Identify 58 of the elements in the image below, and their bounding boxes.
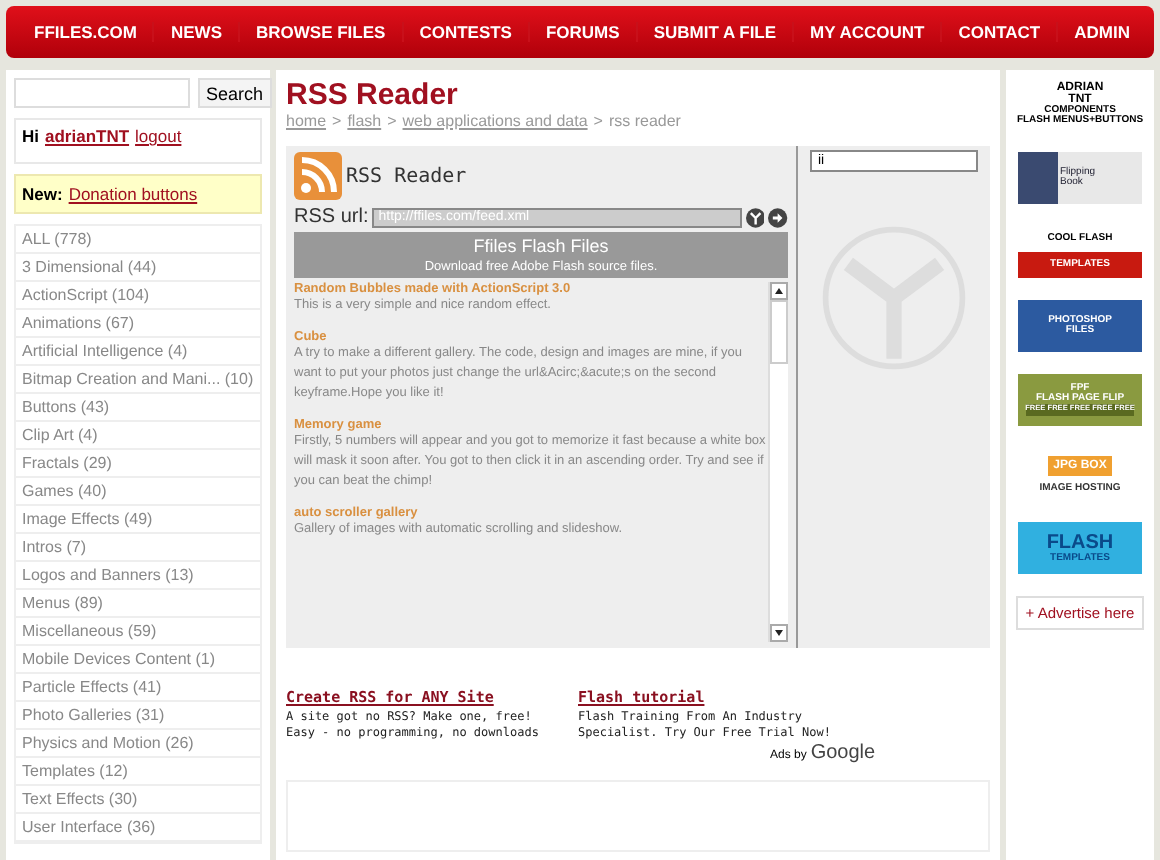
nav-link[interactable]: CONTACT [942, 22, 1059, 42]
reader-title: RSS Reader [346, 165, 467, 187]
page-title: RSS Reader [286, 78, 460, 112]
current-page-text: rss reader [608, 112, 681, 130]
breadcrumb-separator: > [387, 112, 397, 130]
breadcrumb-separator: > [332, 112, 342, 130]
logout-link[interactable]: logout [135, 126, 182, 146]
nav-link[interactable]: FFILES.COM [18, 22, 155, 42]
category-item[interactable]: Clip Art (4) [16, 422, 260, 450]
rss-icon [294, 152, 342, 200]
banner-text: FLASH [1046, 533, 1114, 553]
category-item[interactable]: Particle Effects (41) [16, 674, 260, 702]
category-item[interactable]: Mobile Devices Content (1) [16, 646, 260, 674]
greeting-text: Hi [22, 126, 39, 146]
nav-link[interactable]: SUBMIT A FILE [637, 22, 795, 42]
nav-link[interactable]: NEWS [154, 22, 240, 42]
breadcrumb-link[interactable]: home [286, 112, 327, 130]
category-item[interactable]: ActionScript (104) [16, 282, 260, 310]
scroll-down-icon[interactable] [770, 624, 788, 642]
url-label: RSS url: [294, 206, 369, 228]
google-logo: Google [810, 742, 876, 764]
breadcrumb-separator: > [593, 112, 603, 130]
donation-link[interactable]: Donation buttons [68, 184, 198, 204]
go-arrow-icon[interactable] [768, 207, 788, 227]
category-item[interactable]: Fractals (29) [16, 450, 260, 478]
category-item[interactable]: User Interface (36) [16, 814, 260, 842]
nav-link[interactable]: CONTESTS [403, 22, 530, 42]
category-item[interactable]: Templates (12) [16, 758, 260, 786]
category-item[interactable]: Miscellaneous (59) [16, 618, 260, 646]
category-item[interactable]: Games (40) [16, 478, 260, 506]
category-item[interactable]: Menus (89) [16, 590, 260, 618]
scroll-up-icon[interactable] [770, 282, 788, 300]
category-item[interactable]: 3 Dimensional (44) [16, 254, 260, 282]
search-field[interactable] [14, 78, 190, 108]
category-item[interactable]: Logos and Banners (13) [16, 562, 260, 590]
username-link[interactable]: adrianTNT [45, 126, 130, 146]
category-item[interactable]: Text Effects (30) [16, 786, 260, 814]
category-item[interactable]: Animations (67) [16, 310, 260, 338]
nav-link[interactable]: MY ACCOUNT [794, 22, 943, 42]
feed-title: Ffiles Flash Files [471, 236, 611, 256]
category-item[interactable]: Photo Galleries (31) [16, 702, 260, 730]
category-item[interactable]: Bitmap Creation and Mani... (10) [16, 366, 260, 394]
category-item[interactable]: Artificial Intelligence (4) [16, 338, 260, 366]
category-item[interactable]: Image Effects (49) [16, 506, 260, 534]
news-label: New: [22, 184, 63, 204]
category-item[interactable]: Intros (7) [16, 534, 260, 562]
breadcrumb-link[interactable]: web applications and data [402, 112, 588, 130]
nav-link[interactable]: BROWSE FILES [239, 22, 404, 42]
scrollbar[interactable] [768, 282, 788, 642]
feed-icon[interactable] [745, 207, 765, 227]
nav-link[interactable]: ADMIN [1058, 22, 1146, 42]
scrollbar-thumb[interactable] [770, 300, 788, 364]
category-item[interactable]: Physics and Motion (26) [16, 730, 260, 758]
nav-link[interactable]: FORUMS [529, 22, 638, 42]
category-item[interactable]: Buttons (43) [16, 394, 260, 422]
category-item[interactable]: ALL (778) [16, 226, 260, 254]
search-button[interactable]: Search [198, 78, 272, 108]
breadcrumb-link[interactable]: flash [347, 112, 382, 130]
